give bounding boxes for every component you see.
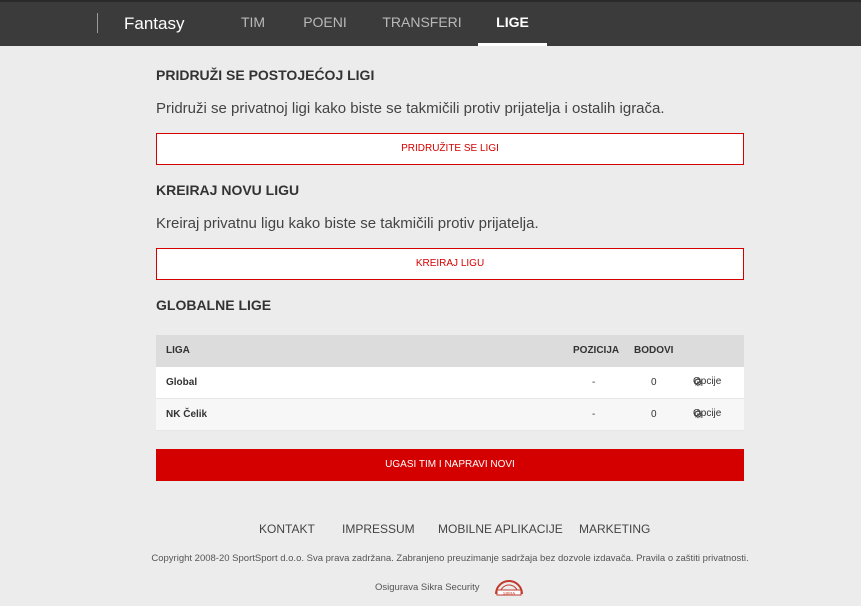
join-league-description: Pridruži se privatnoj ligi kako biste se… bbox=[156, 100, 665, 117]
nav-tab-label: LIGE bbox=[496, 14, 529, 30]
security-seal-icon[interactable]: SIKRA bbox=[494, 576, 524, 596]
footer-link-contact[interactable]: KONTAKT bbox=[259, 522, 315, 536]
league-position: - bbox=[592, 409, 596, 420]
footer-link-marketing[interactable]: MARKETING bbox=[579, 522, 650, 536]
active-tab-indicator bbox=[478, 43, 547, 46]
column-header-league: LIGA bbox=[166, 345, 190, 356]
table-row[interactable]: Global - 0 ⚙ Opcije bbox=[156, 367, 744, 399]
table-header: LIGA POZICIJA BODOVI bbox=[156, 335, 744, 367]
league-name[interactable]: Global bbox=[166, 377, 197, 388]
brand-title[interactable]: Fantasy bbox=[124, 14, 184, 34]
table-row[interactable]: NK Čelik - 0 ⚙ Opcije bbox=[156, 399, 744, 431]
reset-team-button[interactable]: UGASI TIM I NAPRAVI NOVI bbox=[156, 449, 744, 481]
league-points: 0 bbox=[651, 409, 657, 420]
join-league-title: PRIDRUŽI SE POSTOJEĆOJ LIGI bbox=[156, 67, 375, 83]
nav-tab-tim[interactable]: TIM bbox=[230, 2, 276, 46]
nav-tab-transferi[interactable]: TRANSFERI bbox=[380, 2, 464, 46]
nav-tab-lige[interactable]: LIGE bbox=[478, 2, 547, 46]
league-name[interactable]: NK Čelik bbox=[166, 409, 207, 420]
global-leagues-table: LIGA POZICIJA BODOVI Global - 0 ⚙ Opcije… bbox=[156, 335, 744, 431]
top-navigation-bar: Fantasy TIM POENI TRANSFERI LIGE bbox=[0, 0, 861, 46]
league-points: 0 bbox=[651, 377, 657, 388]
header-divider bbox=[97, 13, 98, 33]
seal-text: SIKRA bbox=[503, 590, 515, 595]
column-header-position: POZICIJA bbox=[573, 345, 620, 356]
footer-link-mobile-apps[interactable]: MOBILNE APLIKACIJE bbox=[438, 522, 563, 536]
options-label: Opcije bbox=[693, 408, 722, 419]
create-league-title: KREIRAJ NOVU LIGU bbox=[156, 182, 300, 198]
create-league-description: Kreiraj privatnu ligu kako biste se takm… bbox=[156, 215, 539, 232]
nav-tab-label: TIM bbox=[240, 14, 266, 30]
nav-tab-label: POENI bbox=[303, 14, 347, 30]
join-league-button[interactable]: PRIDRUŽITE SE LIGI bbox=[156, 133, 744, 165]
copyright-text: Copyright 2008-20 SportSport d.o.o. Sva … bbox=[151, 553, 749, 564]
column-header-points: BODOVI bbox=[634, 345, 674, 356]
create-league-button[interactable]: KREIRAJ LIGU bbox=[156, 248, 744, 280]
nav-tab-poeni[interactable]: POENI bbox=[297, 2, 353, 46]
secured-by-text: Osigurava Sikra Security bbox=[375, 582, 480, 593]
options-label: Opcije bbox=[693, 376, 722, 387]
nav-tab-label: TRANSFERI bbox=[382, 14, 462, 30]
footer-link-impressum[interactable]: IMPRESSUM bbox=[342, 522, 415, 536]
league-position: - bbox=[592, 377, 596, 388]
global-leagues-title: GLOBALNE LIGE bbox=[156, 297, 272, 313]
